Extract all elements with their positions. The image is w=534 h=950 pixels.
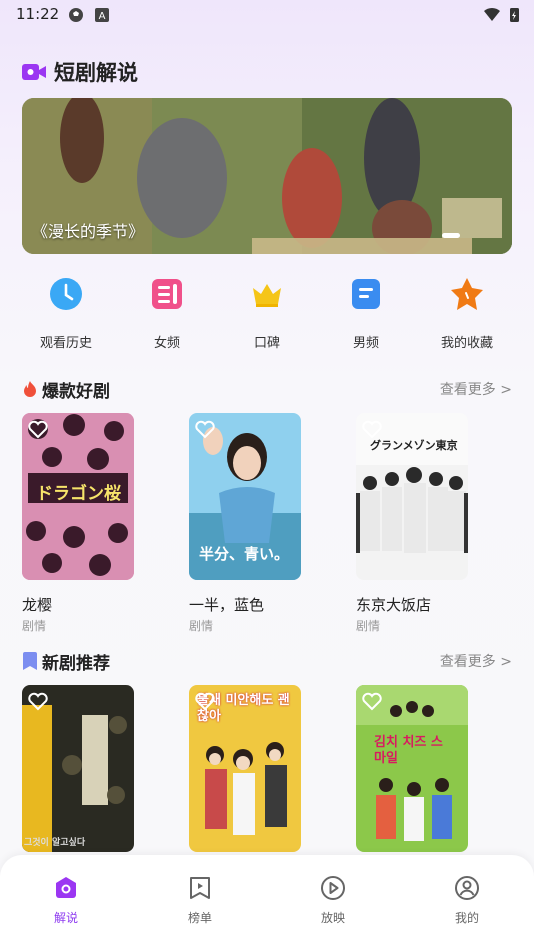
document-icon xyxy=(352,279,380,309)
tab-explain[interactable]: 解说 xyxy=(26,875,106,926)
crown-icon xyxy=(253,284,281,307)
drama-title: 东京大饭店 xyxy=(356,596,432,614)
see-more-link[interactable]: 查看更多 > xyxy=(440,379,512,399)
play-circle-icon xyxy=(321,876,345,900)
drama-poster: 김치 치즈 스마일 xyxy=(356,685,468,852)
drama-poster: 半分、青い。 xyxy=(189,413,301,580)
section-title: 新剧推荐 xyxy=(42,654,110,674)
banner-carousel[interactable]: 《漫长的季节》 xyxy=(22,98,512,254)
drama-title: 一半，蓝色 xyxy=(189,596,265,614)
quick-nav-label: 我的收藏 xyxy=(440,336,493,351)
poster-text: 김치 치즈 스마일 xyxy=(374,735,443,766)
drama-poster: グランメゾン東京 xyxy=(356,413,468,580)
heart-icon[interactable] xyxy=(361,419,383,439)
quick-nav-male[interactable]: 男频 xyxy=(321,272,411,351)
drama-card[interactable]: ドラゴン桜 龙樱 剧情 xyxy=(22,413,134,634)
quick-nav-label: 女频 xyxy=(153,336,180,351)
drama-genre: 剧情 xyxy=(22,619,47,633)
soccer-ball-icon xyxy=(69,8,83,22)
poster-text: グランメゾン東京 xyxy=(370,439,458,452)
drama-card[interactable]: 김치 치즈 스마일 xyxy=(356,685,468,852)
tab-label: 榜单 xyxy=(187,911,212,925)
wifi-icon xyxy=(484,7,500,22)
quick-nav-reputation[interactable]: 口碑 xyxy=(222,272,312,351)
bookmark-play-icon xyxy=(190,877,210,899)
user-icon xyxy=(455,876,479,900)
app-title: 短剧解说 xyxy=(54,61,138,85)
quick-nav-history[interactable]: 观看历史 xyxy=(21,272,111,351)
quick-nav-label: 观看历史 xyxy=(39,336,92,351)
home-icon xyxy=(56,877,76,898)
heart-icon[interactable] xyxy=(361,691,383,711)
drama-poster: 그것이 알고싶다 xyxy=(22,685,134,852)
status-bar: 11:22 A xyxy=(0,0,534,30)
drama-card[interactable]: 그것이 알고싶다 xyxy=(22,685,134,852)
poster-text: ドラゴン桜 xyxy=(36,484,121,504)
tab-ranking[interactable]: 榜单 xyxy=(160,875,240,926)
battery-icon xyxy=(510,8,519,22)
drama-poster: 불새 미안해도 괜찮아 xyxy=(189,685,301,852)
drama-genre: 剧情 xyxy=(356,619,381,633)
svg-text:A: A xyxy=(99,11,106,22)
tab-mine[interactable]: 我的 xyxy=(427,875,507,926)
keyboard-a-icon: A xyxy=(95,8,109,22)
drama-title: 龙樱 xyxy=(22,596,53,614)
heart-icon[interactable] xyxy=(27,419,49,439)
book-icon xyxy=(152,279,182,309)
heart-icon[interactable] xyxy=(194,691,216,711)
quick-nav-label: 口碑 xyxy=(253,336,280,351)
quick-nav-favorites[interactable]: 我的收藏 xyxy=(422,272,512,351)
drama-card[interactable]: 불새 미안해도 괜찮아 xyxy=(189,685,301,852)
tab-screening[interactable]: 放映 xyxy=(293,875,373,926)
bottom-tab-bar: 解说 榜单 放映 我的 xyxy=(0,855,534,950)
heart-icon[interactable] xyxy=(194,419,216,439)
heart-icon[interactable] xyxy=(27,691,49,711)
quick-nav-female[interactable]: 女频 xyxy=(122,272,212,351)
tab-label: 解说 xyxy=(53,911,78,925)
status-time: 11:22 xyxy=(16,5,60,23)
quick-nav: 观看历史 女频 口碑 男频 我的收藏 xyxy=(0,272,534,352)
hot-section-header: 爆款好剧 查看更多 > xyxy=(22,377,514,402)
poster-text: 半分、青い。 xyxy=(199,545,290,563)
new-section-header: 新剧推荐 查看更多 > xyxy=(22,649,514,674)
drama-card[interactable]: 半分、青い。 一半，蓝色 剧情 xyxy=(189,413,301,634)
quick-nav-label: 男频 xyxy=(352,336,379,351)
tab-label: 我的 xyxy=(454,911,479,925)
poster-text: 그것이 알고싶다 xyxy=(24,838,86,848)
clock-icon xyxy=(50,278,82,310)
drama-genre: 剧情 xyxy=(189,619,214,633)
star-icon xyxy=(451,278,483,310)
carousel-indicator xyxy=(442,233,460,238)
tab-label: 放映 xyxy=(320,911,345,925)
flame-icon xyxy=(24,381,36,397)
section-title: 爆款好剧 xyxy=(42,382,110,402)
banner-caption: 《漫长的季节》 xyxy=(32,222,145,241)
app-header: 短剧解说 xyxy=(22,58,138,86)
bookmark-icon xyxy=(23,652,37,670)
drama-card[interactable]: グランメゾン東京 东京大饭店 剧情 xyxy=(356,413,468,634)
see-more-link[interactable]: 查看更多 > xyxy=(440,651,512,671)
drama-poster: ドラゴン桜 xyxy=(22,413,134,580)
video-camera-icon xyxy=(22,64,46,80)
